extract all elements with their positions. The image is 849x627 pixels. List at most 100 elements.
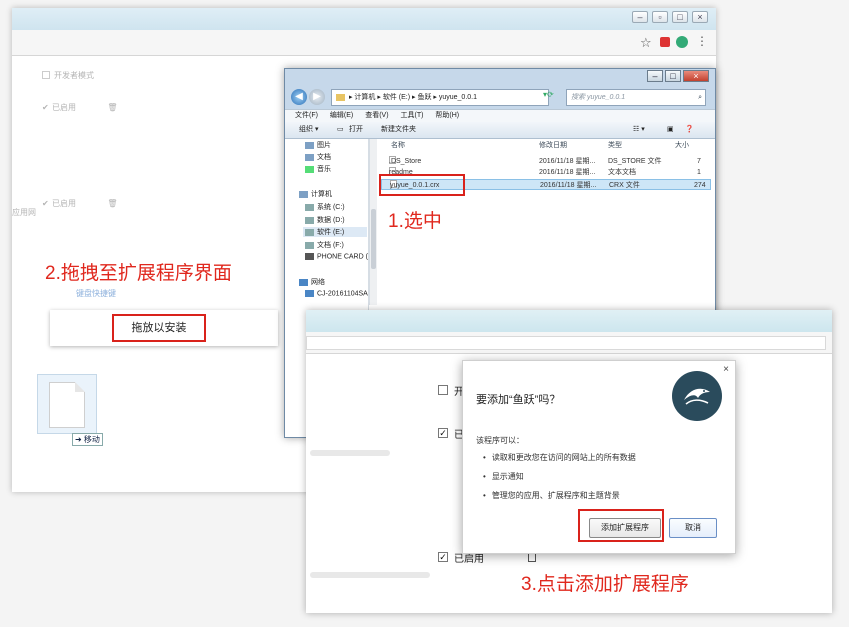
cancel-button[interactable]: 取消: [669, 518, 717, 538]
extension-icon[interactable]: [676, 36, 688, 48]
close-icon[interactable]: ×: [723, 364, 729, 375]
search-icon[interactable]: ⌕: [698, 90, 702, 105]
file-size: 1: [697, 169, 701, 176]
col-type[interactable]: 类型: [608, 139, 622, 153]
menu-icon[interactable]: ⋮: [696, 34, 708, 48]
menu-help[interactable]: 帮助(H): [435, 112, 459, 119]
side-text: 应用网: [12, 208, 36, 217]
breadcrumb-item[interactable]: 软件 (E:): [383, 94, 410, 101]
tree-item[interactable]: 文档 (F:): [305, 240, 344, 250]
trash-icon[interactable]: 🗑: [107, 199, 117, 208]
drive-icon: [305, 228, 314, 236]
file-date: 2016/11/18 星期...: [539, 158, 596, 165]
tree-item[interactable]: 网络: [299, 277, 325, 287]
enable-checkbox[interactable]: ✓: [438, 552, 448, 562]
col-name[interactable]: 名称: [391, 139, 405, 153]
new-folder-button[interactable]: 新建文件夹: [381, 122, 416, 138]
tree-item[interactable]: 文档: [305, 152, 331, 162]
file-icon: [49, 382, 85, 428]
tree-item[interactable]: 图片: [305, 140, 331, 150]
help-icon[interactable]: ❓: [685, 122, 694, 138]
organize-button[interactable]: 组织 ▾: [299, 122, 318, 138]
tree-item-label: 文档 (F:): [317, 242, 344, 249]
close-window-button[interactable]: ×: [683, 70, 709, 82]
scroll-thumb[interactable]: [371, 209, 376, 269]
drive-icon: [305, 203, 314, 211]
tree-item-label: CJ-20161104SA: [317, 290, 368, 298]
drive-icon: [305, 241, 314, 249]
minimize-button[interactable]: –: [647, 70, 663, 82]
enabled-row[interactable]: ✔ 已启用 🗑: [42, 195, 118, 209]
view-icon[interactable]: ☷ ▾: [633, 122, 645, 138]
maximize-button[interactable]: □: [665, 70, 681, 82]
search-input[interactable]: 搜索 yuyue_0.0.1 ⌕: [566, 89, 706, 106]
menu-file[interactable]: 文件(F): [295, 112, 318, 119]
move-tag: ➜ 移动: [72, 433, 103, 446]
permission-text: 显示通知: [491, 472, 524, 481]
file-type: DS_STORE 文件: [608, 158, 662, 165]
extension-icon[interactable]: [660, 37, 670, 47]
tree-item-label: 网络: [311, 279, 325, 286]
dev-mode-checkbox[interactable]: [438, 385, 448, 395]
file-name: .DS_Store: [389, 158, 422, 165]
tree-scrollbar[interactable]: [369, 139, 377, 305]
tree-item[interactable]: 系统 (C:): [305, 202, 345, 212]
star-icon[interactable]: ☆: [640, 35, 652, 51]
forward-icon[interactable]: ▶: [309, 89, 325, 105]
col-date[interactable]: 修改日期: [539, 139, 567, 153]
folder-icon: [305, 141, 314, 149]
search-placeholder: 搜索 yuyue_0.0.1: [571, 94, 626, 101]
address-bar[interactable]: [306, 332, 832, 354]
drop-zone[interactable]: 拖放以安装: [50, 310, 278, 346]
col-size[interactable]: 大小: [675, 139, 689, 153]
menu-view[interactable]: 查看(V): [365, 112, 388, 119]
shortcut-link[interactable]: 键盘快捷键: [76, 288, 116, 299]
dev-mode-checkbox[interactable]: [42, 70, 50, 79]
breadcrumb-item[interactable]: 计算机: [354, 94, 375, 101]
tree-item[interactable]: 音乐: [305, 164, 331, 174]
permission-item: • 读取和更改您在访问的网站上的所有数据: [483, 453, 636, 462]
maximize-button[interactable]: □: [672, 11, 688, 23]
dragged-file-icon[interactable]: [37, 374, 97, 434]
tree-item[interactable]: 数据 (D:): [305, 215, 345, 225]
close-window-button[interactable]: ×: [692, 11, 708, 23]
open-icon[interactable]: ▭: [337, 122, 344, 138]
tree-item-label: PHONE CARD (: [317, 253, 368, 261]
dev-mode-row[interactable]: 开发者模式: [42, 67, 94, 81]
refresh-icon[interactable]: ▾⟳: [543, 90, 559, 105]
menu-tools[interactable]: 工具(T): [401, 112, 424, 119]
tree-item[interactable]: CJ-20161104SA: [305, 290, 368, 297]
music-icon: [305, 165, 314, 173]
tree-item-label: 系统 (C:): [317, 204, 345, 211]
tree-item-selected[interactable]: 软件 (E:): [303, 227, 367, 237]
blurred-text: [310, 572, 430, 578]
drop-to-install-button[interactable]: 拖放以安装: [112, 314, 206, 342]
menu-edit[interactable]: 编辑(E): [330, 112, 353, 119]
tree-item[interactable]: 计算机: [299, 189, 332, 199]
permission-item: • 管理您的应用、扩展程序和主题背景: [483, 491, 620, 500]
preview-pane-icon[interactable]: ▣: [667, 122, 674, 138]
address-bar: ☆ ⋮: [12, 30, 716, 56]
breadcrumb[interactable]: ▸ 计算机 ▸ 软件 (E:) ▸ 鱼跃 ▸ yuyue_0.0.1: [331, 89, 549, 106]
card-icon: [305, 253, 314, 260]
check-icon[interactable]: ✔: [42, 199, 49, 208]
file-row[interactable]: .DS_Store 2016/11/18 星期... DS_STORE 文件 7: [381, 156, 711, 167]
blurred-text: [310, 450, 390, 456]
explorer-nav: ◀ ▶ ▸ 计算机 ▸ 软件 (E:) ▸ 鱼跃 ▸ yuyue_0.0.1 ▾…: [285, 87, 715, 109]
back-icon[interactable]: ◀: [291, 89, 307, 105]
breadcrumb-item[interactable]: yuyue_0.0.1: [439, 94, 477, 101]
trash-icon[interactable]: 🗑: [107, 103, 117, 112]
file-date: 2016/11/18 星期...: [540, 182, 597, 189]
permission-text: 读取和更改您在访问的网站上的所有数据: [491, 453, 636, 462]
permission-item: • 显示通知: [483, 472, 524, 481]
minimize-button[interactable]: –: [632, 11, 648, 23]
open-button[interactable]: 打开: [349, 122, 363, 138]
enable-checkbox[interactable]: ✓: [438, 428, 448, 438]
tree-item[interactable]: PHONE CARD (: [305, 253, 368, 260]
url-input[interactable]: [306, 336, 826, 350]
breadcrumb-item[interactable]: 鱼跃: [417, 94, 431, 101]
enabled-row[interactable]: ✔ 已启用 🗑: [42, 99, 118, 113]
enabled-label: 已启用: [52, 103, 77, 112]
restore-button[interactable]: ▫: [652, 11, 668, 23]
check-icon[interactable]: ✔: [42, 103, 49, 112]
